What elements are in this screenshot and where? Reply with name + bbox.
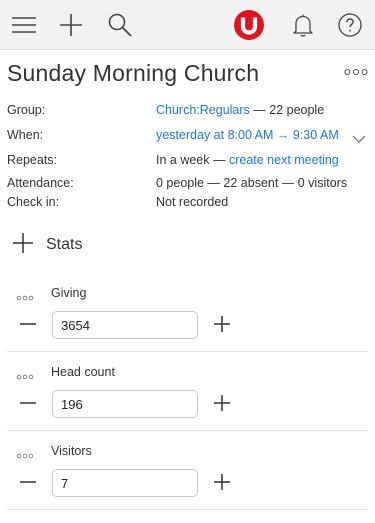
when-value: yesterday at 8:00 AM → 9:30 AM [156, 125, 339, 145]
drag-handle-icon[interactable] [16, 367, 34, 380]
stat-name: Visitors [51, 444, 92, 458]
plus-icon [12, 232, 34, 259]
top-toolbar [0, 0, 375, 50]
group-link[interactable]: Church:Regulars [156, 103, 250, 117]
brand-logo-icon[interactable] [231, 7, 267, 43]
drag-handle-icon[interactable] [16, 288, 34, 301]
chevron-down-icon[interactable] [352, 130, 366, 143]
stat-item: Visitors [0, 440, 375, 518]
search-icon[interactable] [102, 7, 138, 43]
ellipsis-icon[interactable] [343, 62, 369, 82]
meeting-header: Sunday Morning Church [0, 50, 375, 96]
stat-value-input[interactable] [52, 469, 198, 497]
when-row: When: yesterday at 8:00 AM → 9:30 AM [0, 125, 375, 145]
when-label: When: [7, 128, 44, 142]
increment-button[interactable] [212, 393, 232, 413]
group-row: Group: Church:Regulars — 22 people [0, 100, 375, 120]
stat-name: Head count [51, 365, 115, 379]
decrement-button[interactable] [18, 472, 38, 492]
decrement-button[interactable] [18, 393, 38, 413]
repeats-label: Repeats: [7, 153, 58, 167]
page-title: Sunday Morning Church [7, 60, 260, 86]
group-value: Church:Regulars — 22 people [156, 100, 324, 120]
help-icon[interactable] [332, 7, 368, 43]
hamburger-icon[interactable] [6, 7, 42, 43]
stat-value-input[interactable] [52, 390, 198, 418]
divider [7, 351, 368, 352]
stat-item: Giving [0, 282, 375, 360]
stat-name: Giving [51, 286, 87, 300]
decrement-button[interactable] [18, 314, 38, 334]
divider [7, 509, 368, 510]
attendance-value: 0 people — 22 absent — 0 visitors [156, 176, 348, 190]
checkin-row: Check in: Not recorded [0, 192, 375, 212]
when-link[interactable]: yesterday at 8:00 AM → 9:30 AM [156, 128, 339, 142]
drag-handle-icon[interactable] [16, 446, 34, 459]
stat-item: Head count [0, 361, 375, 439]
plus-icon[interactable] [53, 7, 89, 43]
group-label: Group: [7, 103, 46, 117]
repeats-row: Repeats: In a week — create next meeting [0, 150, 375, 170]
divider [7, 430, 368, 431]
stats-label: Stats [46, 236, 83, 253]
checkin-label: Check in: [7, 195, 60, 209]
attendance-label: Attendance: [7, 176, 74, 190]
checkin-value: Not recorded [156, 195, 229, 209]
increment-button[interactable] [212, 472, 232, 492]
create-next-meeting-link[interactable]: create next meeting [229, 153, 339, 167]
attendance-row: Attendance: 0 people — 22 absent — 0 vis… [0, 173, 375, 193]
stat-value-input[interactable] [52, 311, 198, 339]
group-size: — 22 people [249, 103, 325, 117]
bell-icon[interactable] [285, 7, 321, 43]
add-stat-button[interactable]: Stats [12, 232, 82, 258]
repeats-text: In a week — [156, 153, 229, 167]
repeats-value: In a week — create next meeting [156, 150, 339, 170]
increment-button[interactable] [212, 314, 232, 334]
